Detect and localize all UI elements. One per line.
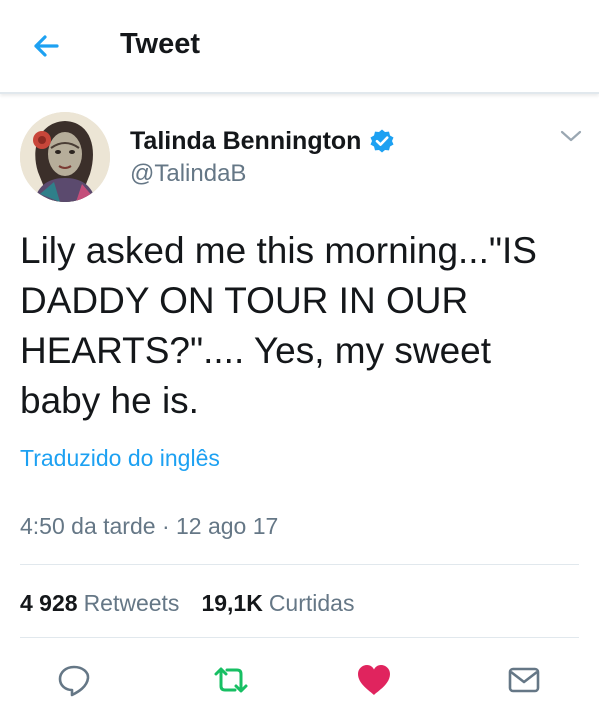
back-button[interactable] bbox=[28, 28, 64, 64]
retweet-button[interactable] bbox=[211, 660, 251, 700]
retweets-stat[interactable]: 4 928 Retweets bbox=[20, 590, 179, 617]
page-title: Tweet bbox=[120, 28, 201, 60]
chevron-down-icon bbox=[560, 130, 582, 142]
divider bbox=[20, 637, 579, 638]
tweet-stats: 4 928 Retweets 19,1K Curtidas bbox=[20, 588, 376, 618]
back-arrow-icon bbox=[34, 35, 59, 57]
author-handle[interactable]: @TalindaB bbox=[130, 160, 246, 188]
like-button[interactable] bbox=[354, 660, 394, 700]
top-app-bar: Tweet bbox=[0, 0, 599, 94]
author-name-row: Talinda Bennington bbox=[130, 124, 395, 158]
retweet-icon bbox=[214, 667, 248, 693]
tweet-detail-page: Tweet Talinda Bennington @TalindaB Lily … bbox=[0, 0, 599, 720]
author-name[interactable]: Talinda Bennington bbox=[130, 127, 361, 156]
reply-icon bbox=[58, 665, 90, 697]
verified-badge-icon bbox=[370, 129, 394, 153]
reply-button[interactable] bbox=[54, 660, 94, 700]
likes-count: 19,1K bbox=[201, 589, 263, 616]
retweets-label: Retweets bbox=[83, 589, 180, 616]
tweet-timestamp: 4:50 da tarde · 12 ago 17 bbox=[20, 513, 279, 539]
avatar[interactable] bbox=[20, 112, 110, 202]
translation-link[interactable]: Traduzido do inglês bbox=[20, 445, 220, 472]
divider bbox=[20, 564, 579, 565]
avatar-image bbox=[20, 112, 110, 202]
heart-icon bbox=[358, 665, 390, 695]
mail-icon bbox=[508, 667, 540, 693]
retweets-count: 4 928 bbox=[20, 589, 78, 616]
tweet-options-button[interactable] bbox=[556, 124, 586, 148]
likes-label: Curtidas bbox=[268, 589, 355, 616]
likes-stat[interactable]: 19,1K Curtidas bbox=[201, 590, 354, 617]
tweet-text: Lily asked me this morning..."IS DADDY O… bbox=[20, 230, 537, 421]
direct-message-button[interactable] bbox=[504, 660, 544, 700]
